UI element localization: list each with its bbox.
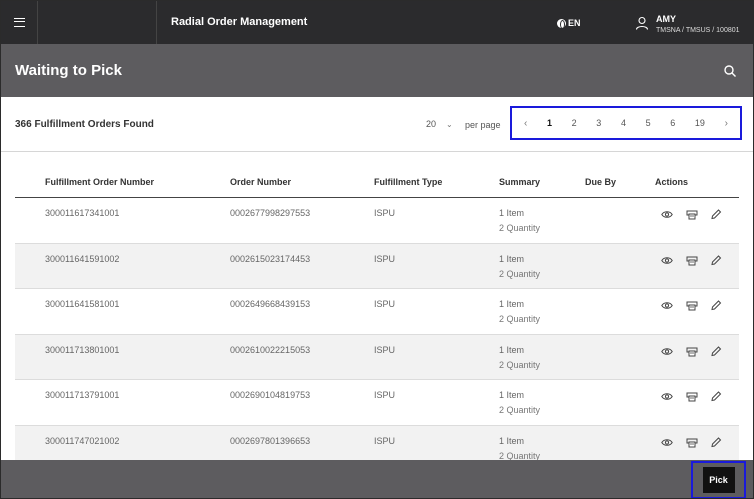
table-row[interactable]: 300011713791001 0002690104819753 ISPU 1 … bbox=[15, 380, 739, 426]
app-window: Radial Order Management EN AMY TMSNA / T… bbox=[0, 0, 754, 499]
user-name[interactable]: AMY bbox=[656, 14, 676, 24]
summary-quantity: 2 Quantity bbox=[499, 450, 541, 461]
order-number: 0002697801396653 bbox=[230, 435, 311, 446]
pick-button-highlight: Pick bbox=[691, 461, 746, 498]
app-title: Radial Order Management bbox=[171, 16, 308, 28]
fulfillment-type: ISPU bbox=[374, 435, 396, 446]
user-org-path: TMSNA / TMSUS / 100801 bbox=[656, 27, 740, 34]
fulfillment-order-number[interactable]: 300011641581001 bbox=[45, 299, 119, 309]
page-button-2[interactable]: 2 bbox=[572, 118, 577, 128]
eye-icon[interactable] bbox=[661, 209, 673, 220]
pencil-icon[interactable] bbox=[710, 254, 722, 266]
summary-items: 1 Item bbox=[499, 390, 525, 400]
pencil-icon[interactable] bbox=[710, 209, 722, 220]
eye-icon[interactable] bbox=[661, 437, 673, 448]
order-number: 0002649668439153 bbox=[230, 299, 311, 309]
hamburger-icon bbox=[13, 18, 25, 27]
table-row[interactable]: 300011641581001 0002649668439153 ISPU 1 … bbox=[15, 289, 739, 335]
language-selector[interactable]: EN bbox=[557, 18, 581, 29]
summary-quantity: 2 Quantity bbox=[499, 268, 541, 279]
printer-icon[interactable] bbox=[686, 255, 698, 266]
results-count: 366 Fulfillment Orders Found bbox=[15, 119, 154, 130]
chevron-down-icon: ⌄ bbox=[446, 119, 453, 129]
col-actions: Actions bbox=[655, 177, 689, 187]
summary-items: 1 Item bbox=[499, 299, 525, 309]
col-fulfillment-type[interactable]: Fulfillment Type bbox=[374, 177, 442, 187]
page-button-3[interactable]: 3 bbox=[596, 118, 601, 128]
printer-icon[interactable] bbox=[686, 209, 698, 220]
eye-icon[interactable] bbox=[661, 300, 673, 311]
fulfillment-order-number[interactable]: 300011747021002 bbox=[45, 436, 119, 446]
pencil-icon[interactable] bbox=[710, 345, 722, 357]
pencil-icon[interactable] bbox=[710, 436, 722, 448]
order-number: 0002690104819753 bbox=[230, 390, 311, 400]
top-nav: Radial Order Management EN AMY TMSNA / T… bbox=[1, 1, 753, 44]
summary-items: 1 Item bbox=[499, 253, 525, 264]
order-number: 0002610022215053 bbox=[230, 344, 311, 355]
eye-icon[interactable] bbox=[661, 391, 673, 402]
next-page-button[interactable]: › bbox=[725, 118, 728, 129]
order-number: 0002615023174453 bbox=[230, 253, 311, 264]
page-title: Waiting to Pick bbox=[15, 62, 122, 79]
page-button-1[interactable]: 1 bbox=[547, 118, 552, 128]
printer-icon[interactable] bbox=[686, 346, 698, 357]
fulfillment-type: ISPU bbox=[374, 344, 396, 355]
user-icon[interactable] bbox=[635, 16, 649, 30]
results-bar: 366 Fulfillment Orders Found 20 ⌄ per pa… bbox=[1, 97, 753, 152]
fulfillment-type: ISPU bbox=[374, 208, 396, 218]
table-row[interactable]: 300011641591002 0002615023174453 ISPU 1 … bbox=[15, 243, 739, 289]
per-page-label: per page bbox=[465, 120, 501, 130]
language-label: EN bbox=[568, 18, 581, 28]
page-header: Waiting to Pick bbox=[1, 44, 753, 97]
summary-quantity: 2 Quantity bbox=[499, 314, 541, 324]
page-button-5[interactable]: 5 bbox=[646, 118, 651, 128]
search-icon[interactable] bbox=[723, 64, 737, 78]
prev-page-button[interactable]: ‹ bbox=[524, 118, 527, 129]
summary-items: 1 Item bbox=[499, 208, 525, 218]
table-row[interactable]: 300011617341001 0002677998297553 ISPU 1 … bbox=[15, 198, 739, 244]
col-summary[interactable]: Summary bbox=[499, 177, 540, 187]
footer-bar bbox=[1, 460, 753, 498]
menu-button[interactable] bbox=[1, 1, 38, 44]
globe-icon bbox=[557, 18, 566, 29]
fulfillment-type: ISPU bbox=[374, 299, 396, 309]
printer-icon[interactable] bbox=[686, 300, 698, 311]
eye-icon[interactable] bbox=[661, 255, 673, 266]
eye-icon[interactable] bbox=[661, 346, 673, 357]
summary-items: 1 Item bbox=[499, 435, 525, 446]
page-button-4[interactable]: 4 bbox=[621, 118, 626, 128]
fulfillment-type: ISPU bbox=[374, 390, 396, 400]
summary-quantity: 2 Quantity bbox=[499, 359, 541, 370]
pagination: ‹ 1 2 3 4 5 6 19 › bbox=[510, 106, 742, 140]
table-header: Fulfillment Order Number Order Number Fu… bbox=[15, 169, 739, 198]
col-due-by[interactable]: Due By bbox=[585, 177, 616, 187]
fulfillment-order-number[interactable]: 300011713801001 bbox=[45, 345, 119, 355]
fulfillment-type: ISPU bbox=[374, 253, 396, 264]
table-row[interactable]: 300011713801001 0002610022215053 ISPU 1 … bbox=[15, 334, 739, 380]
col-fulfillment-order-number[interactable]: Fulfillment Order Number bbox=[45, 177, 154, 187]
printer-icon[interactable] bbox=[686, 391, 698, 402]
printer-icon[interactable] bbox=[686, 437, 698, 448]
summary-quantity: 2 Quantity bbox=[499, 405, 541, 415]
page-button-6[interactable]: 6 bbox=[670, 118, 675, 128]
summary-items: 1 Item bbox=[499, 344, 525, 355]
summary-quantity: 2 Quantity bbox=[499, 223, 541, 233]
order-number: 0002677998297553 bbox=[230, 208, 311, 218]
fulfillment-order-number[interactable]: 300011713791001 bbox=[45, 390, 119, 400]
fulfillment-order-number[interactable]: 300011641591002 bbox=[45, 254, 119, 264]
pencil-icon[interactable] bbox=[710, 391, 722, 402]
orders-table: Fulfillment Order Number Order Number Fu… bbox=[15, 169, 739, 471]
fulfillment-order-number[interactable]: 300011617341001 bbox=[45, 208, 119, 218]
pencil-icon[interactable] bbox=[710, 300, 722, 311]
page-button-19[interactable]: 19 bbox=[695, 118, 705, 128]
per-page-select[interactable]: 20 ⌄ bbox=[426, 119, 453, 129]
col-order-number[interactable]: Order Number bbox=[230, 177, 291, 187]
pick-button[interactable]: Pick bbox=[702, 467, 735, 493]
nav-divider bbox=[156, 1, 157, 44]
per-page-value: 20 bbox=[426, 119, 437, 129]
